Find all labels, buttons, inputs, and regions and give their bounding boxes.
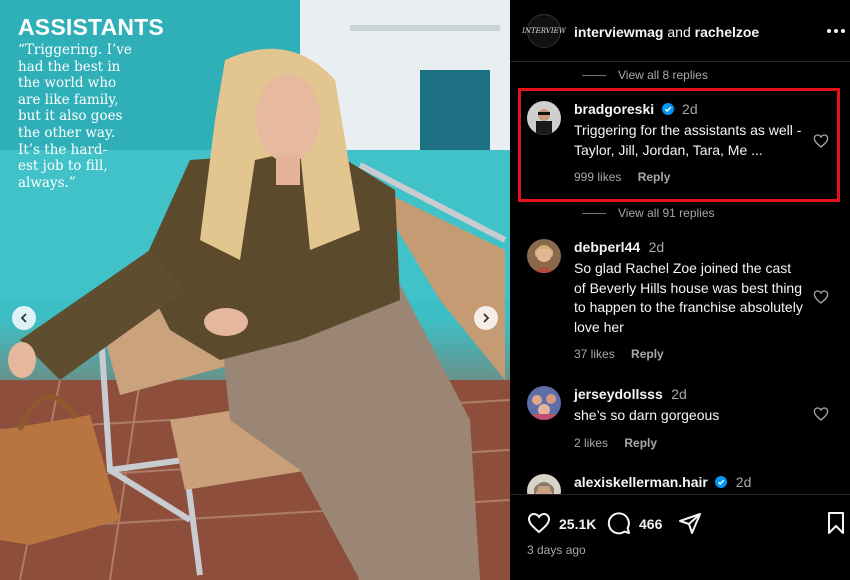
verified-badge-icon bbox=[661, 103, 674, 115]
comment-likes[interactable]: 37 likes bbox=[574, 347, 615, 361]
verified-badge-icon bbox=[715, 476, 728, 488]
comment-likes[interactable]: 2 likes bbox=[574, 436, 608, 450]
comment-meta: 37 likes Reply bbox=[574, 347, 806, 361]
avatar-image bbox=[527, 386, 561, 420]
comment-username[interactable]: alexiskellerman.hair bbox=[574, 474, 708, 490]
avatar-image bbox=[527, 239, 561, 273]
comment-time: 2d bbox=[648, 239, 665, 255]
post-header: INTERVIEW interviewmag and rachelzoe bbox=[510, 0, 850, 62]
image-headline: ASSISTANTS bbox=[18, 14, 164, 40]
view-replies-label: View all 8 replies bbox=[618, 68, 708, 82]
chevron-left-icon bbox=[20, 313, 27, 323]
coauthor-link[interactable]: rachelzoe bbox=[695, 24, 760, 40]
post-timestamp: 3 days ago bbox=[527, 543, 586, 557]
carousel-prev-button[interactable] bbox=[12, 306, 36, 330]
heart-icon[interactable] bbox=[813, 289, 829, 305]
heart-icon[interactable] bbox=[813, 406, 829, 422]
comment-text: So glad Rachel Zoe joined the cast of Be… bbox=[574, 260, 803, 335]
author-joiner: and bbox=[663, 24, 695, 40]
view-replies-link[interactable]: View all 91 replies bbox=[582, 206, 715, 220]
commenter-avatar[interactable] bbox=[527, 386, 561, 420]
comment-username[interactable]: bradgoreski bbox=[574, 101, 654, 117]
author-names: interviewmag and rachelzoe bbox=[574, 24, 759, 40]
comment-icon[interactable] bbox=[607, 511, 631, 535]
post-image[interactable]: ASSISTANTS “Triggering. I’ve had the bes… bbox=[0, 0, 510, 580]
comment-body: bradgoreski 2d Triggering for the assist… bbox=[574, 101, 806, 184]
action-bar: 25.1K 466 3 days ago bbox=[510, 494, 850, 580]
author-avatar[interactable]: INTERVIEW bbox=[522, 14, 566, 48]
comment-username[interactable]: debperl44 bbox=[574, 239, 640, 255]
heart-icon[interactable] bbox=[813, 133, 829, 149]
like-count[interactable]: 25.1K bbox=[559, 516, 596, 532]
replies-divider bbox=[582, 212, 606, 214]
comment-time: 2d bbox=[671, 386, 687, 402]
comment-body: debperl44 2d So glad Rachel Zoe joined t… bbox=[574, 239, 806, 361]
comment-likes[interactable]: 999 likes bbox=[574, 170, 621, 184]
comment-text: Triggering for the assistants as well - … bbox=[574, 122, 802, 158]
comment-username[interactable]: jerseydollsss bbox=[574, 386, 663, 402]
comments-panel: INTERVIEW interviewmag and rachelzoe Vie… bbox=[510, 0, 850, 580]
share-icon[interactable] bbox=[678, 511, 702, 535]
carousel-next-button[interactable] bbox=[474, 306, 498, 330]
reply-button[interactable]: Reply bbox=[624, 436, 657, 450]
avatar-text: INTERVIEW bbox=[522, 27, 566, 35]
comment-meta: 999 likes Reply bbox=[574, 170, 806, 184]
comment-count[interactable]: 466 bbox=[639, 516, 662, 532]
comment-text: she’s so darn gorgeous bbox=[574, 407, 720, 423]
view-replies-link[interactable]: View all 8 replies bbox=[582, 68, 708, 82]
author-link[interactable]: interviewmag bbox=[574, 24, 663, 40]
more-horizontal-icon[interactable] bbox=[826, 24, 846, 38]
comment-time: 2d bbox=[735, 474, 752, 490]
image-quote: “Triggering. I’ve had the best in the wo… bbox=[18, 42, 132, 191]
reply-button[interactable]: Reply bbox=[638, 170, 671, 184]
comment-meta: 2 likes Reply bbox=[574, 436, 806, 450]
commenter-avatar[interactable] bbox=[527, 101, 561, 135]
avatar-image bbox=[527, 101, 561, 135]
heart-icon[interactable] bbox=[527, 511, 551, 535]
replies-divider bbox=[582, 74, 606, 76]
commenter-avatar[interactable] bbox=[527, 239, 561, 273]
comment-body: alexiskellerman.hair 2d bbox=[574, 474, 806, 492]
view-replies-label: View all 91 replies bbox=[618, 206, 715, 220]
reply-button[interactable]: Reply bbox=[631, 347, 664, 361]
bookmark-icon[interactable] bbox=[824, 511, 848, 535]
comment-time: 2d bbox=[682, 101, 698, 117]
comment-body: jerseydollsss 2d she’s so darn gorgeous … bbox=[574, 386, 806, 450]
chevron-right-icon bbox=[483, 313, 490, 323]
